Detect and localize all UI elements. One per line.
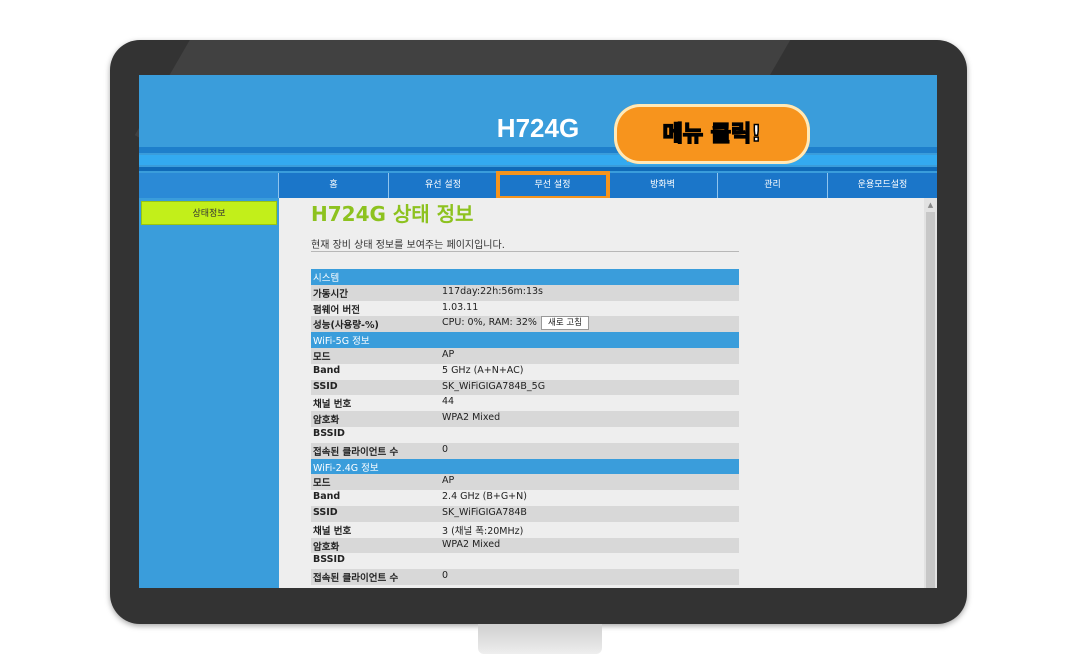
row-key: Band [313,364,341,376]
table-row: SSID SK_WiFiGIGA784B_5G [311,379,739,396]
table-row: 암호화 WPA2 Mixed [311,411,739,427]
row-key: 성능(사용량-%) [313,320,379,332]
status-table: 시스템 가동시간 117day:22h:56m:13s 펌웨어 버전 1.03.11… [311,269,739,585]
main-content: H724G 상태 정보 현재 장비 상태 정보를 보여주는 페이지입니다. 시스… [279,198,924,588]
row-value: SK_WiFiGIGA784B [442,506,527,518]
row-value: 44 [442,396,455,408]
table-row: 펌웨어 버전 1.03.11 [311,301,739,317]
row-value: WPA2 Mixed [442,538,501,550]
row-value: 1.03.11 [442,301,479,313]
page-description: 현재 장비 상태 정보를 보여주는 페이지입니다. [311,240,505,251]
table-row: Band 5 GHz (A+N+AC) [311,364,739,380]
section-header-wifi-24g: WiFi-2.4G 정보 [311,458,739,475]
table-row: BSSID [311,427,739,443]
row-key: BSSID [313,427,345,439]
sidebar: 상태정보 [139,198,279,588]
table-row: 모드 AP [311,474,739,491]
header-stripe [139,167,937,171]
vertical-scrollbar[interactable]: ▲ [924,198,937,588]
table-row: BSSID [311,553,739,569]
row-key: 접속된 클라이언트 수 [313,446,399,458]
row-value: AP [442,348,455,360]
row-key: BSSID [313,554,345,566]
nav-item-wireless-settings[interactable]: 무선 설정 [496,171,610,200]
nav-item-firewall[interactable]: 방화벽 [608,173,718,198]
table-row: 성능(사용량-%) CPU: 0%, RAM: 32% 새로 고침 [311,316,739,333]
section-header-system: 시스템 [311,269,739,285]
row-value: 117day:22h:56m:13s [442,285,544,297]
nav-item-operation-mode[interactable]: 운용모드설정 [828,173,937,198]
top-nav: 홈 유선 설정 무선 설정 방화벽 관리 운용모드설정 [139,171,937,200]
table-row: 암호화 WPA2 Mixed [311,537,739,554]
row-key: 펌웨어 버전 [313,304,361,316]
section-title: WiFi-2.4G 정보 [313,462,379,474]
callout-bubble: 메뉴 클릭! [614,104,810,164]
nav-spacer [139,173,279,198]
row-value: 2.4 GHz (B+G+N) [442,491,527,503]
divider [311,251,739,252]
row-key: 암호화 [313,541,340,553]
header-stripe [139,155,937,165]
table-row: 채널 번호 3 (채널 폭:20MHz) [311,522,739,538]
nav-item-management[interactable]: 관리 [718,173,828,198]
row-value: 3 (채널 폭:20MHz) [442,525,524,537]
scroll-up-icon[interactable]: ▲ [926,200,935,210]
router-header: H724G [139,75,937,173]
row-key: 채널 번호 [313,399,352,411]
section-header-wifi-5g: WiFi-5G 정보 [311,332,739,348]
table-row: 모드 AP [311,347,739,364]
row-key: 모드 [313,478,331,490]
table-row: 채널 번호 44 [311,395,739,411]
table-row: 접속된 클라이언트 수 0 [311,569,739,585]
section-title: WiFi-5G 정보 [313,336,370,348]
row-value: CPU: 0%, RAM: 32% [442,317,537,329]
row-key: 모드 [313,351,331,363]
row-key: 가동시간 [313,288,348,300]
row-key: Band [313,491,341,503]
row-value: WPA2 Mixed [442,412,501,424]
row-value: SK_WiFiGIGA784B_5G [442,380,546,392]
nav-item-home[interactable]: 홈 [279,173,389,198]
table-row: 가동시간 117day:22h:56m:13s [311,284,739,301]
header-stripe [139,147,937,153]
row-value: 0 [442,570,449,582]
scroll-thumb[interactable] [926,212,935,588]
page-title: H724G 상태 정보 [311,202,474,226]
section-title: 시스템 [313,273,340,284]
row-value: AP [442,475,455,487]
refresh-button[interactable]: 새로 고침 [541,316,589,331]
monitor-stand [478,624,602,654]
row-key: SSID [313,380,338,392]
row-key: 채널 번호 [313,525,352,537]
row-value: 0 [442,443,449,455]
table-row: 접속된 클라이언트 수 0 [311,442,739,459]
row-key: 접속된 클라이언트 수 [313,573,399,585]
row-key: SSID [313,506,338,518]
row-key: 암호화 [313,415,340,427]
table-row: SSID SK_WiFiGIGA784B [311,505,739,522]
nav-item-wired-settings[interactable]: 유선 설정 [389,173,498,198]
table-row: Band 2.4 GHz (B+G+N) [311,490,739,506]
row-value: 5 GHz (A+N+AC) [442,364,524,376]
sidebar-item-status[interactable]: 상태정보 [141,201,277,225]
device-title: H724G [496,113,580,143]
browser-screen: H724G 홈 유선 설정 무선 설정 방화벽 관리 운용모드설정 상태정보 H… [139,75,937,588]
callout-text: 메뉴 클릭! [662,121,762,148]
